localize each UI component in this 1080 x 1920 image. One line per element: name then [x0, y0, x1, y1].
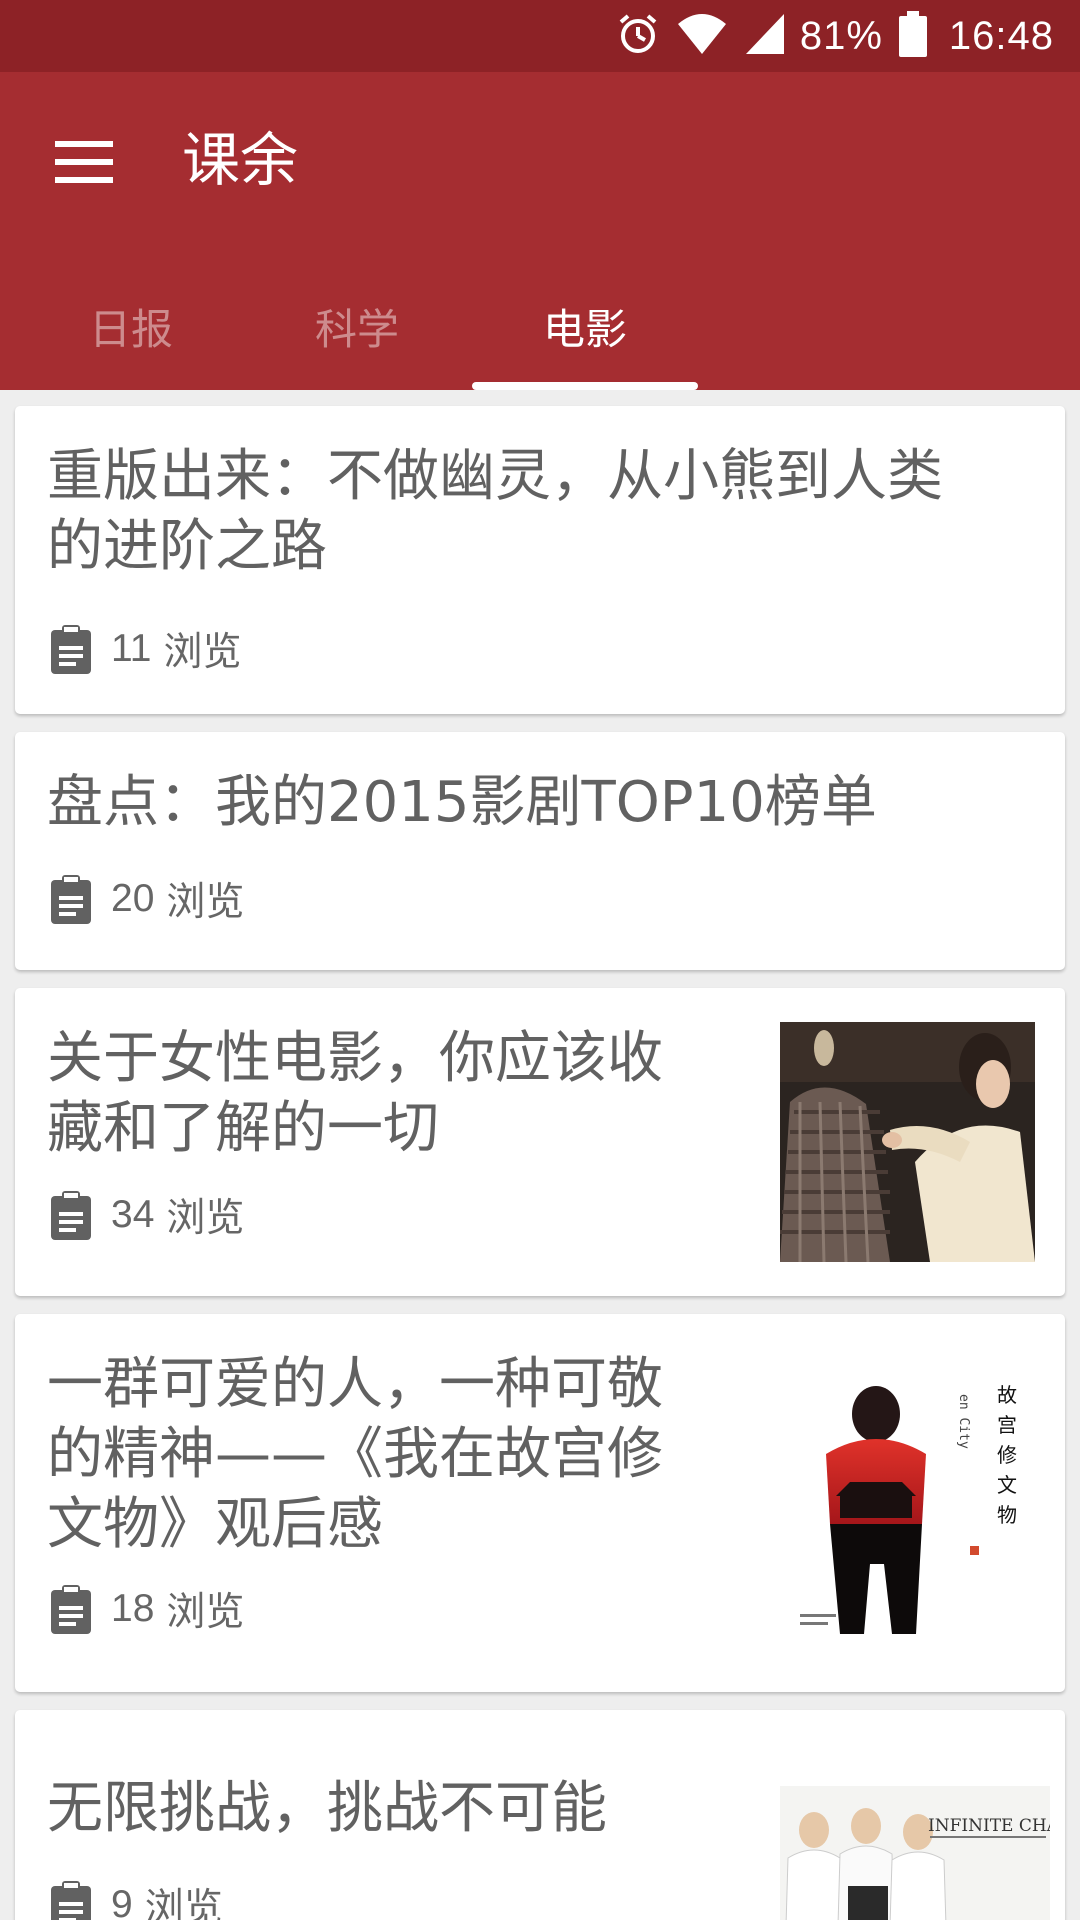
article-title: 无限挑战，挑战不可能: [47, 1776, 607, 1841]
alarm-icon: [616, 12, 660, 60]
status-bar: 81% 16:48: [0, 0, 1080, 72]
view-count: 9 浏览: [49, 1878, 223, 1920]
clipboard-icon: [49, 1878, 105, 1920]
article-card[interactable]: 一群可爱的人，一种可敬 的精神——《我在故宫修 文物》观后感 18 浏览 en …: [15, 1314, 1065, 1692]
tab-science[interactable]: 科学: [264, 262, 450, 390]
article-thumbnail: INFINITE CHAL: [780, 1786, 1050, 1920]
svg-text:文: 文: [997, 1473, 1017, 1497]
clipboard-icon: [49, 1188, 105, 1242]
article-thumbnail: [780, 1022, 1035, 1262]
svg-text:物: 物: [997, 1503, 1017, 1527]
wifi-icon: [676, 12, 728, 60]
clipboard-icon: [49, 872, 105, 926]
app-title: 课余: [182, 126, 299, 194]
view-count: 34 浏览: [49, 1188, 244, 1242]
svg-text:修: 修: [997, 1443, 1017, 1467]
article-title: 关于女性电影，你应该收 藏和了解的一切: [47, 1026, 663, 1161]
battery-percent: 81%: [799, 13, 883, 58]
article-card[interactable]: 无限挑战，挑战不可能 9 浏览 INFINITE CHAL: [15, 1710, 1065, 1920]
article-thumbnail: en City 故 宫 修 文 物: [780, 1374, 1050, 1644]
svg-text:INFINITE CHAL: INFINITE CHAL: [928, 1816, 1050, 1836]
article-card[interactable]: 重版出来：不做幽灵，从小熊到人类 的进阶之路 11 浏览: [15, 406, 1065, 714]
view-count: 11 浏览: [49, 622, 242, 676]
tab-indicator: [472, 382, 698, 390]
battery-icon: [898, 11, 927, 61]
tab-bar: 日报 科学 电影: [0, 262, 1080, 390]
article-card[interactable]: 关于女性电影，你应该收 藏和了解的一切 34 浏览: [15, 988, 1065, 1296]
article-title: 盘点：我的2015影剧TOP10榜单: [47, 770, 877, 835]
article-title: 重版出来：不做幽灵，从小熊到人类 的进阶之路: [47, 444, 943, 579]
hamburger-menu-icon: [55, 141, 113, 187]
article-card[interactable]: 盘点：我的2015影剧TOP10榜单 20 浏览: [15, 732, 1065, 970]
view-count: 20 浏览: [49, 872, 244, 926]
clipboard-icon: [49, 1582, 105, 1636]
tab-movies[interactable]: 电影: [472, 262, 698, 390]
svg-text:故: 故: [997, 1383, 1017, 1407]
tab-daily[interactable]: 日报: [42, 262, 220, 390]
clipboard-icon: [49, 622, 105, 676]
menu-button[interactable]: [44, 124, 124, 204]
status-time: 16:48: [948, 13, 1054, 58]
svg-text:宫: 宫: [997, 1413, 1017, 1437]
article-title: 一群可爱的人，一种可敬 的精神——《我在故宫修 文物》观后感: [47, 1352, 663, 1557]
signal-icon: [744, 12, 784, 60]
app-bar: 课余 日报 科学 电影: [0, 72, 1080, 390]
svg-text:en City: en City: [956, 1394, 971, 1449]
view-count: 18 浏览: [49, 1582, 244, 1636]
